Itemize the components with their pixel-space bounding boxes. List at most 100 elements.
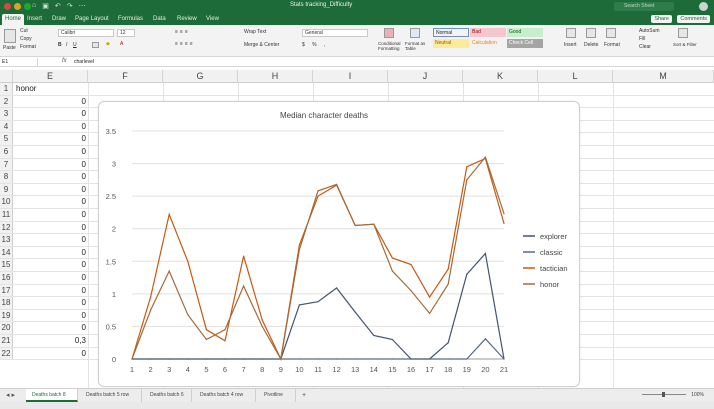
cell-e[interactable]: 0	[13, 272, 88, 284]
paste-icon[interactable]	[4, 29, 16, 43]
row-header[interactable]: 20	[0, 322, 13, 334]
column-header-h[interactable]: H	[238, 70, 313, 83]
cell-e[interactable]: 0	[13, 209, 88, 221]
style-calculation[interactable]: Calculation	[470, 39, 506, 48]
style-neutral[interactable]: Neutral	[433, 39, 469, 48]
paste-label[interactable]: Paste	[3, 45, 16, 51]
column-header-g[interactable]: G	[163, 70, 238, 83]
delete-button[interactable]: Delete	[584, 42, 598, 48]
row-header[interactable]: 1	[0, 83, 13, 95]
search-sheet-input[interactable]: Search Sheet	[614, 2, 674, 11]
row-header[interactable]: 2	[0, 95, 13, 108]
cell-e[interactable]: 0	[13, 322, 88, 334]
align-icons-row1[interactable]: ≡≡≡	[175, 29, 190, 35]
sheet-nav-arrows-icon[interactable]: ◂ ▸	[6, 389, 15, 402]
fill-button[interactable]: Fill	[639, 36, 645, 42]
font-color-icon[interactable]: A	[120, 41, 123, 47]
italic-icon[interactable]: I	[66, 42, 67, 48]
sheet-tab[interactable]: Deaths batch 4 row	[194, 389, 256, 402]
save-icon[interactable]: ▣	[42, 2, 49, 10]
share-button[interactable]: Share	[651, 15, 672, 23]
row-header[interactable]: 7	[0, 158, 13, 171]
clear-button[interactable]: Clear	[639, 44, 651, 50]
row-header[interactable]: 10	[0, 196, 13, 208]
close-window-icon[interactable]	[4, 3, 11, 10]
row-header[interactable]: 16	[0, 272, 13, 284]
autosum-button[interactable]: AutoSum	[639, 28, 660, 34]
minimize-window-icon[interactable]	[14, 3, 21, 10]
cell-e[interactable]: 0	[13, 247, 88, 259]
row-header[interactable]: 11	[0, 209, 13, 221]
sort-filter-button[interactable]: Sort & Filter	[673, 42, 697, 47]
number-format-icons[interactable]: $ % ,	[302, 42, 328, 48]
row-header[interactable]: 6	[0, 146, 13, 158]
insert-cells-icon[interactable]	[566, 28, 576, 38]
sheet-tab[interactable]: Deaths batch 6	[144, 389, 192, 402]
sheet-tab[interactable]: Pivotline	[258, 389, 296, 402]
cell-e[interactable]: honor	[13, 83, 88, 95]
bold-icon[interactable]: B	[58, 42, 62, 48]
row-header[interactable]: 8	[0, 171, 13, 183]
row-header[interactable]: 9	[0, 183, 13, 196]
borders-icon[interactable]	[92, 42, 99, 48]
format-painter-button[interactable]: Format	[20, 44, 36, 50]
conditional-formatting-button[interactable]: Conditional Formatting	[378, 41, 406, 51]
sheet-tab[interactable]: Deaths batch 5 row	[80, 389, 142, 402]
conditional-formatting-icon[interactable]	[384, 28, 394, 38]
row-header[interactable]: 21	[0, 335, 13, 347]
undo-icon[interactable]: ↶	[55, 2, 61, 10]
row-header[interactable]: 17	[0, 284, 13, 297]
row-header[interactable]: 14	[0, 246, 13, 259]
delete-cells-icon[interactable]	[586, 28, 596, 38]
column-header-i[interactable]: I	[313, 70, 388, 83]
cell-e[interactable]: 0	[13, 196, 88, 208]
select-all-corner[interactable]	[0, 70, 13, 83]
sheet-tab[interactable]: Deaths batch 8	[26, 389, 78, 402]
zoom-slider-thumb[interactable]	[662, 392, 665, 397]
tab-home[interactable]: Home	[2, 14, 25, 25]
cell-e[interactable]: 0	[13, 310, 88, 322]
cell-e[interactable]: 0	[13, 121, 88, 133]
format-as-table-icon[interactable]	[410, 28, 420, 38]
row-header[interactable]: 19	[0, 309, 13, 322]
column-header-j[interactable]: J	[388, 70, 463, 83]
tab-formulas[interactable]: Formulas	[115, 14, 146, 25]
cell-e[interactable]: 0	[13, 108, 88, 120]
cell-e[interactable]: 0	[13, 146, 88, 158]
tab-page-layout[interactable]: Page Layout	[72, 14, 112, 25]
row-header[interactable]: 13	[0, 234, 13, 246]
tab-review[interactable]: Review	[174, 14, 200, 25]
align-icons-row2[interactable]: ≡≡≡≡	[175, 41, 195, 47]
cell-e[interactable]: 0	[13, 171, 88, 183]
format-as-table-button[interactable]: Format as Table	[405, 41, 429, 51]
underline-icon[interactable]: U	[73, 42, 77, 48]
home-icon[interactable]: ⌂	[32, 2, 36, 10]
row-header[interactable]: 12	[0, 221, 13, 234]
font-size-select[interactable]: 12	[117, 29, 135, 37]
copy-button[interactable]: Copy	[20, 36, 32, 42]
maximize-window-icon[interactable]	[24, 3, 31, 10]
fill-color-icon[interactable]: ◆	[106, 41, 110, 47]
cut-button[interactable]: Cut	[20, 28, 28, 34]
zoom-control[interactable]: 100%	[634, 391, 704, 399]
style-good[interactable]: Good	[507, 28, 543, 37]
add-sheet-button[interactable]: +	[302, 389, 306, 402]
cell-e[interactable]: 0	[13, 184, 88, 196]
tab-draw[interactable]: Draw	[49, 14, 69, 25]
cell-e[interactable]: 0	[13, 133, 88, 145]
cell-e[interactable]: 0	[13, 259, 88, 271]
row-header[interactable]: 3	[0, 108, 13, 120]
tab-view[interactable]: View	[203, 14, 222, 25]
tab-insert[interactable]: Insert	[24, 14, 45, 25]
column-header-e[interactable]: E	[13, 70, 88, 83]
name-box[interactable]: E1	[0, 58, 38, 66]
style-normal[interactable]: Normal	[433, 28, 469, 37]
row-header[interactable]: 22	[0, 347, 13, 360]
row-header[interactable]: 15	[0, 259, 13, 271]
tab-data[interactable]: Data	[150, 14, 169, 25]
merge-center-button[interactable]: Merge & Center	[244, 42, 279, 48]
row-header[interactable]: 4	[0, 120, 13, 133]
user-avatar[interactable]	[699, 2, 708, 11]
cell-e[interactable]: 0	[13, 222, 88, 234]
style-bad[interactable]: Bad	[470, 28, 506, 37]
